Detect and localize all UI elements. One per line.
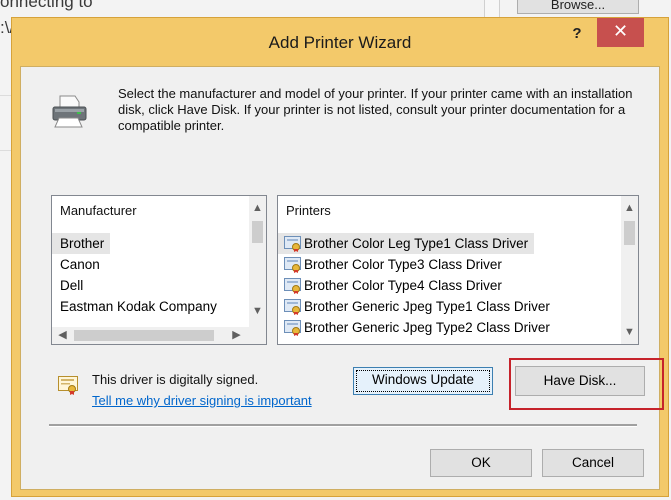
list-item[interactable]: Brother Color Type3 Class Driver — [278, 254, 502, 275]
manufacturer-eastman-kodak: Eastman Kodak Company — [60, 299, 217, 314]
list-item[interactable]: Brother Color Leg Type1 Class Driver — [278, 233, 535, 254]
signed-driver-text: This driver is digitally signed. — [92, 372, 259, 387]
scroll-down-arrow-icon[interactable]: ▼ — [249, 303, 266, 320]
printers-vertical-scrollbar[interactable]: ▲ ▼ — [621, 196, 638, 344]
manufacturer-listbox[interactable]: Manufacturer Brother Canon Dell Eastman … — [51, 195, 267, 345]
scroll-up-arrow-icon[interactable]: ▲ — [621, 200, 638, 217]
list-item[interactable]: Eastman Kodak Company — [52, 296, 217, 317]
windows-update-button[interactable]: Windows Update — [353, 367, 493, 395]
list-item[interactable]: Canon — [52, 254, 100, 275]
manufacturer-header: Manufacturer — [60, 203, 137, 218]
driver-icon — [284, 299, 301, 316]
close-button[interactable]: ✕ — [597, 18, 644, 47]
cancel-label: Cancel — [571, 455, 615, 470]
background-text-connecting: onnecting to — [0, 0, 93, 11]
manufacturer-horizontal-scrollbar[interactable]: ◀ ▶ — [52, 327, 249, 344]
printer-item-label: Brother Generic Jpeg Type1 Class Driver — [304, 299, 550, 314]
ok-button[interactable]: OK — [430, 449, 532, 477]
manufacturer-vertical-scrollbar[interactable]: ▲ ▼ — [249, 196, 266, 344]
printer-item-label: Brother Color Type3 Class Driver — [304, 257, 502, 272]
printer-icon — [52, 95, 87, 128]
list-item[interactable]: Brother Generic Jpeg Type1 Class Driver — [278, 296, 550, 317]
help-button[interactable]: ? — [563, 23, 591, 45]
title-bar[interactable]: Add Printer Wizard ? ✕ — [12, 18, 668, 66]
have-disk-button[interactable]: Have Disk... — [515, 366, 645, 396]
have-disk-label: Have Disk... — [543, 373, 617, 388]
scroll-thumb[interactable] — [252, 221, 263, 243]
add-printer-wizard-dialog: Add Printer Wizard ? ✕ Select the manufa… — [11, 17, 669, 497]
list-item[interactable]: Dell — [52, 275, 83, 296]
ok-label: OK — [471, 455, 491, 470]
driver-icon — [284, 320, 301, 337]
list-item[interactable]: Brother Generic Jpeg Type2 Class Driver — [278, 317, 550, 338]
list-item[interactable]: Brother Color Type4 Class Driver — [278, 275, 502, 296]
manufacturer-brother: Brother — [60, 236, 105, 251]
background-divider — [0, 150, 11, 151]
scroll-down-arrow-icon[interactable]: ▼ — [621, 324, 638, 341]
driver-icon — [284, 257, 301, 274]
printers-header: Printers — [286, 203, 331, 218]
manufacturer-canon: Canon — [60, 257, 100, 272]
list-item[interactable]: Brother — [52, 233, 111, 254]
background-divider — [0, 95, 11, 96]
certificate-icon — [58, 376, 78, 395]
printer-item-label: Brother Generic Jpeg Type2 Class Driver — [304, 320, 550, 335]
separator-line — [49, 424, 637, 427]
printer-item-label: Brother Color Type4 Class Driver — [304, 278, 502, 293]
background-field — [484, 0, 500, 18]
scroll-thumb[interactable] — [624, 221, 635, 245]
driver-icon — [284, 278, 301, 295]
scroll-right-arrow-icon[interactable]: ▶ — [228, 327, 245, 344]
printer-item-label: Brother Color Leg Type1 Class Driver — [304, 236, 529, 251]
scroll-thumb[interactable] — [74, 330, 214, 341]
driver-icon — [284, 236, 301, 253]
cancel-button[interactable]: Cancel — [542, 449, 644, 477]
printers-listbox[interactable]: Printers Brother Color Leg Type1 Class D… — [277, 195, 639, 345]
dialog-client-area: Select the manufacturer and model of you… — [20, 66, 664, 490]
driver-signing-link[interactable]: Tell me why driver signing is important — [92, 393, 312, 408]
scroll-up-arrow-icon[interactable]: ▲ — [249, 200, 266, 217]
intro-text: Select the manufacturer and model of you… — [118, 86, 633, 133]
scroll-left-arrow-icon[interactable]: ◀ — [54, 327, 71, 344]
manufacturer-dell: Dell — [60, 278, 84, 293]
background-browse-button[interactable]: Browse... — [517, 0, 639, 14]
